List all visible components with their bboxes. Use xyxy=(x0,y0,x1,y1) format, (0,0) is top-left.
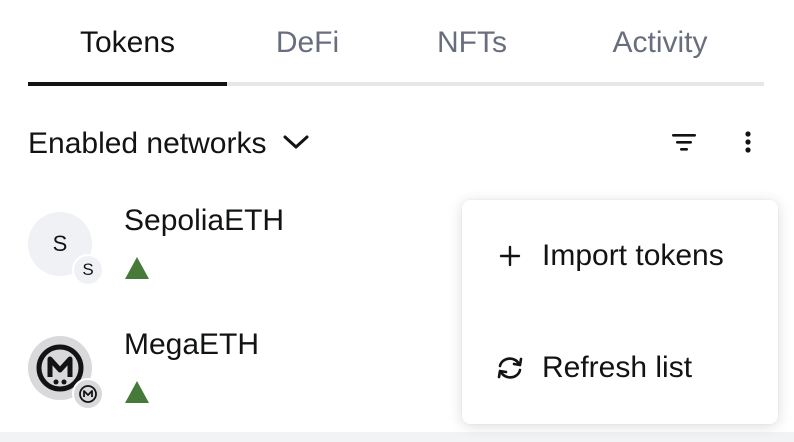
refresh-list-menu-item[interactable]: Refresh list xyxy=(462,312,778,424)
network-filter-label: Enabled networks xyxy=(28,127,267,160)
menu-item-label: Refresh list xyxy=(542,351,693,384)
megaeth-badge-icon xyxy=(72,378,104,410)
token-name: MegaETH xyxy=(124,328,260,361)
more-options-button[interactable] xyxy=(730,126,766,162)
token-avatar-letter: S xyxy=(52,231,68,256)
network-badge: S xyxy=(72,254,104,286)
sort-filter-button[interactable] xyxy=(666,126,702,162)
plus-icon xyxy=(494,240,526,272)
token-name: SepoliaETH xyxy=(124,204,285,237)
token-options-menu: Import tokens Refresh list xyxy=(462,200,778,424)
trend-up-icon xyxy=(124,380,150,404)
tab-tokens[interactable]: Tokens xyxy=(28,0,227,86)
active-tab-indicator xyxy=(28,82,227,86)
tab-activity[interactable]: Activity xyxy=(556,0,764,86)
filter-sort-icon xyxy=(671,131,697,158)
import-tokens-menu-item[interactable]: Import tokens xyxy=(462,200,778,312)
tab-bar: Tokens DeFi NFTs Activity xyxy=(28,0,764,86)
bottom-strip xyxy=(0,432,794,442)
tab-defi[interactable]: DeFi xyxy=(227,0,388,86)
trend-up-icon xyxy=(124,256,150,280)
menu-item-label: Import tokens xyxy=(542,239,724,272)
refresh-icon xyxy=(494,352,526,384)
network-badge-letter: S xyxy=(82,260,94,279)
more-vertical-icon xyxy=(744,130,752,159)
tab-nfts[interactable]: NFTs xyxy=(388,0,556,86)
network-filter-button[interactable]: Enabled networks xyxy=(28,122,310,166)
chevron-down-icon xyxy=(282,132,310,157)
